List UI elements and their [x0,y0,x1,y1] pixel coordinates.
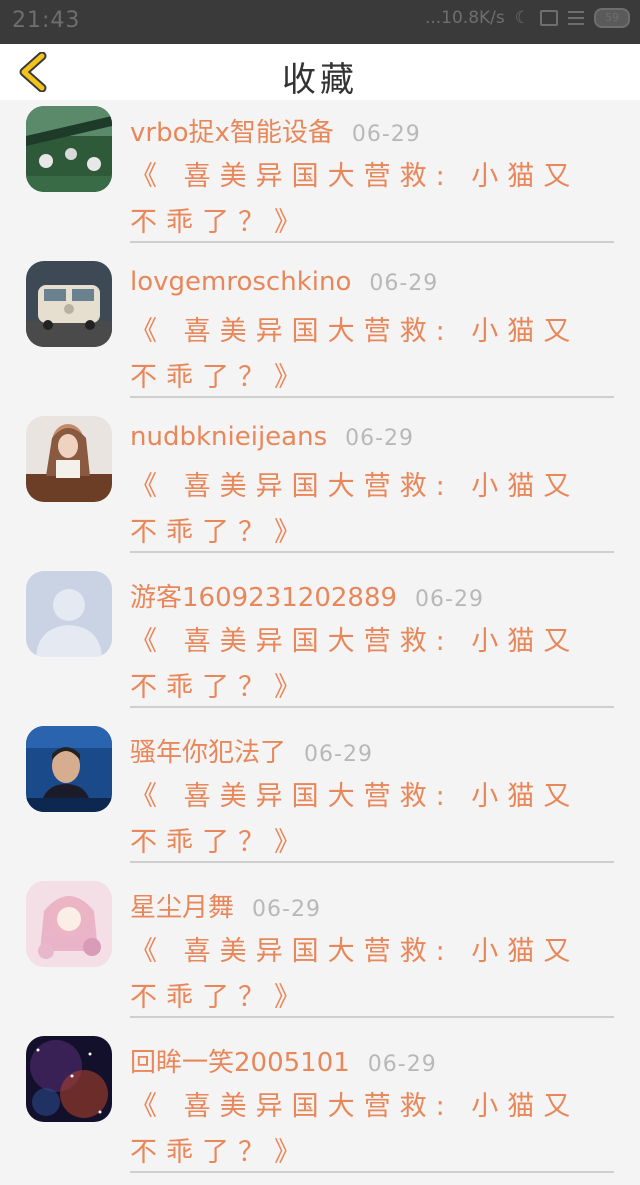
notification-icon [540,10,558,26]
item-date: 06-29 [415,587,484,612]
network-speed: ...10.8K/s [424,8,505,28]
author-name[interactable]: 骚年你犯法了 [130,738,286,768]
item-header: lovgemroschkino 06-29 [130,267,438,297]
item-title[interactable]: 《 喜美异国大营救: 小猫又不乖了？》 [130,464,610,556]
author-name[interactable]: lovgemroschkino [130,267,351,297]
item-date: 06-29 [252,897,321,922]
avatar[interactable] [26,1036,112,1122]
item-title[interactable]: 《 喜美异国大营救: 小猫又不乖了？》 [130,774,610,866]
item-date: 06-29 [367,1052,437,1077]
list-item[interactable]: 游客1609231202889 06-29 《 喜美异国大营救: 小猫又不乖了？》 [0,565,640,720]
author-name[interactable]: 回眸一笑2005101 [130,1048,350,1078]
avatar[interactable] [26,881,112,967]
favorites-list: vrbo捉x智能设备 06-29 《 喜美异国大营救: 小猫又不乖了？》 lovg… [0,100,640,1185]
list-item[interactable]: 骚年你犯法了 06-29 《 喜美异国大营救: 小猫又不乖了？》 [0,720,640,875]
avatar[interactable] [26,726,112,812]
item-header: vrbo捉x智能设备 06-29 [130,112,421,149]
menu-icon [568,11,584,25]
divider [130,706,614,708]
divider [130,396,614,398]
item-header: 回眸一笑2005101 06-29 [130,1042,437,1079]
item-title[interactable]: 《 喜美异国大营救: 小猫又不乖了？》 [130,1084,610,1176]
item-date: 06-29 [304,742,373,767]
avatar[interactable] [26,106,112,192]
item-title[interactable]: 《 喜美异国大营救: 小猫又不乖了？》 [130,929,610,1021]
divider [130,861,614,863]
item-header: nudbknieijeans 06-29 [130,422,414,452]
divider [130,1171,614,1173]
divider [130,1016,614,1018]
item-title[interactable]: 《 喜美异国大营救: 小猫又不乖了？》 [130,619,610,711]
moon-icon: ☾ [514,8,530,28]
app-header: 收藏 [0,44,640,100]
status-bar: 21:43 ...10.8K/s ☾ 59 [0,0,640,44]
item-date: 06-29 [345,426,415,451]
list-item[interactable]: vrbo捉x智能设备 06-29 《 喜美异国大营救: 小猫又不乖了？》 [0,100,640,255]
list-item[interactable]: nudbknieijeans 06-29 《 喜美异国大营救: 小猫又不乖了？》 [0,410,640,565]
status-right: ...10.8K/s ☾ 59 [425,8,630,28]
status-time: 21:43 [12,8,81,33]
avatar[interactable] [26,261,112,347]
item-date: 06-29 [351,122,421,147]
item-date: 06-29 [369,271,439,296]
list-item[interactable]: 回眸一笑2005101 06-29 《 喜美异国大营救: 小猫又不乖了？》 [0,1030,640,1185]
avatar[interactable] [26,416,112,502]
author-name[interactable]: 游客1609231202889 [130,583,397,613]
item-header: 星尘月舞 06-29 [130,887,321,924]
item-title[interactable]: 《 喜美异国大营救: 小猫又不乖了？》 [130,309,610,401]
author-name[interactable]: nudbknieijeans [130,422,327,452]
author-name[interactable]: 星尘月舞 [130,893,234,923]
avatar[interactable] [26,571,112,657]
battery-icon: 59 [594,8,630,28]
item-header: 游客1609231202889 06-29 [130,577,484,614]
page-title: 收藏 [282,60,358,100]
divider [130,241,614,243]
item-header: 骚年你犯法了 06-29 [130,732,373,769]
list-item[interactable]: 星尘月舞 06-29 《 喜美异国大营救: 小猫又不乖了？》 [0,875,640,1030]
list-item[interactable]: lovgemroschkino 06-29 《 喜美异国大营救: 小猫又不乖了？》 [0,255,640,410]
divider [130,551,614,553]
item-title[interactable]: 《 喜美异国大营救: 小猫又不乖了？》 [130,154,610,246]
author-name[interactable]: vrbo捉x智能设备 [130,118,334,148]
